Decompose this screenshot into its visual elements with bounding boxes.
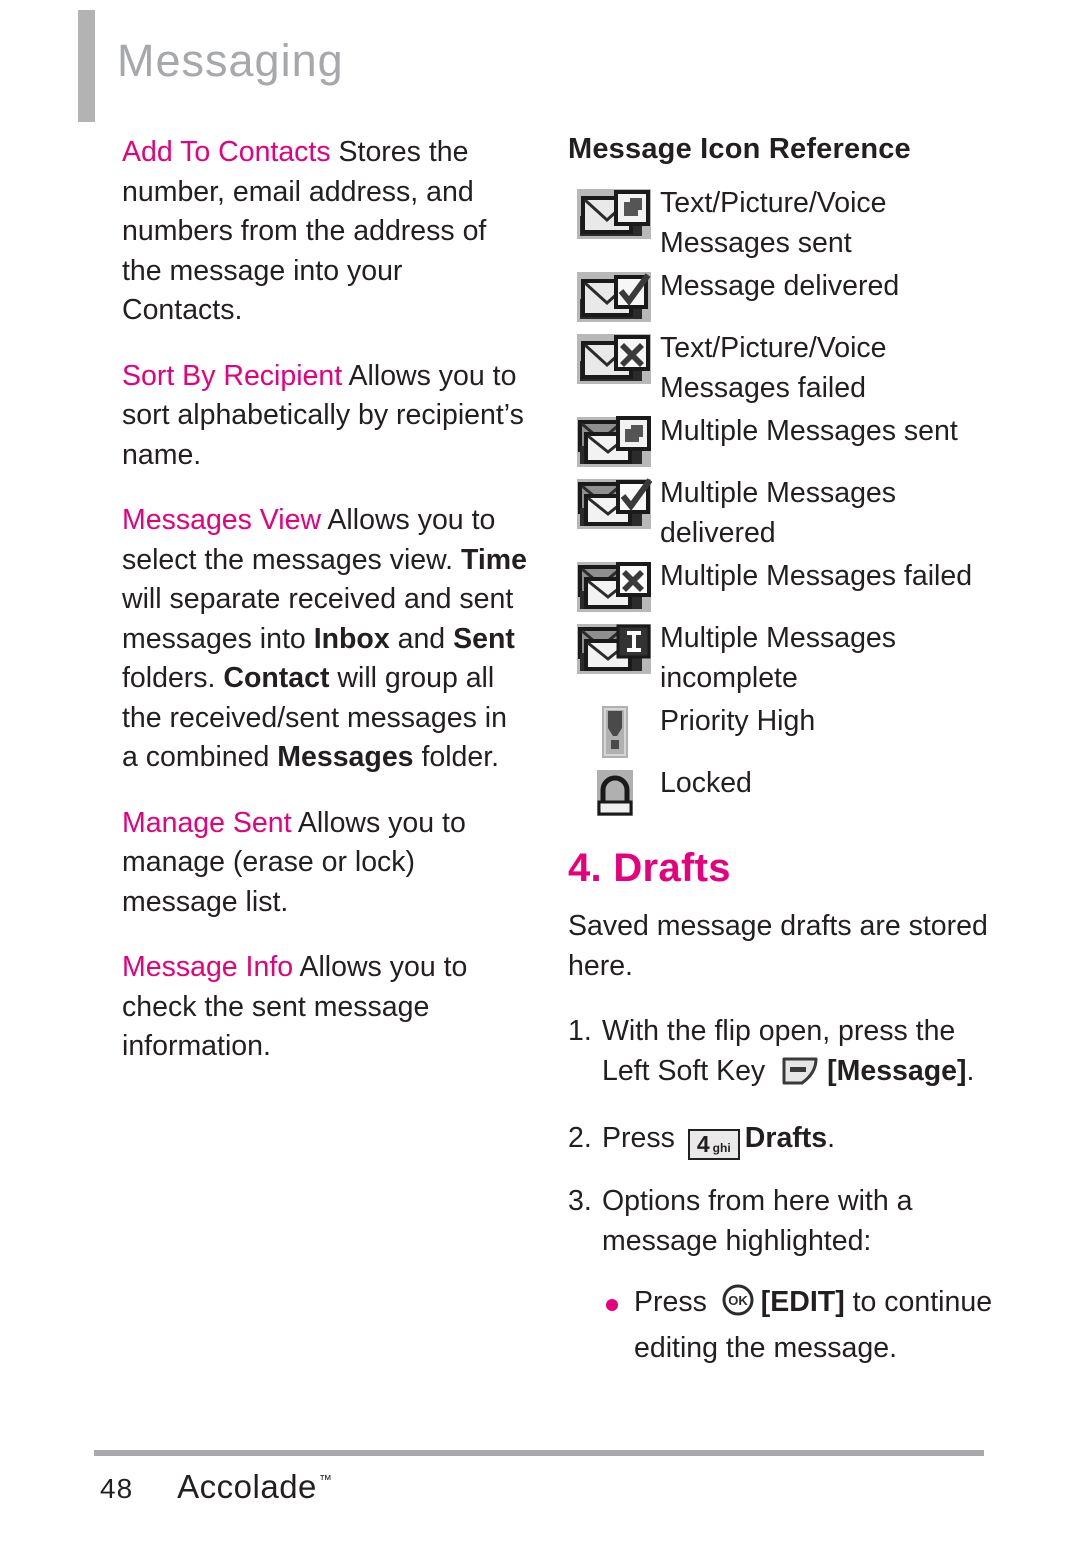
icon-reference-label: Locked xyxy=(660,767,752,799)
icon-reference-label: Priority High xyxy=(660,705,816,737)
icon-reference-row: Locked xyxy=(568,764,993,820)
term-messages-view: Messages View xyxy=(122,504,322,536)
bullet-bold-text: [EDIT] xyxy=(760,1286,845,1318)
step-3: 3. Options from here with a message high… xyxy=(568,1182,993,1261)
step-bold-text: [Message] xyxy=(827,1054,967,1087)
page-title: Messaging xyxy=(117,35,344,86)
icon-reference-row: Text/Picture/Voice Messages sent xyxy=(568,184,993,263)
definition-text-messages-view: Allows you to select the messages view. … xyxy=(122,504,528,773)
icon-reference-row: Message delivered xyxy=(568,267,993,323)
step-number: 3. xyxy=(568,1185,592,1217)
drafts-steps: 1. With the flip open, press the Left So… xyxy=(568,1012,993,1261)
priority-high-icon xyxy=(568,702,660,758)
definition-messages-view: Messages View Allows you to select the m… xyxy=(122,501,527,778)
icon-reference-row: Priority High xyxy=(568,702,993,758)
term-message-info: Message Info xyxy=(122,951,294,983)
definition-add-to-contacts: Add To Contacts Stores the number, email… xyxy=(122,133,527,331)
brand-name: Accolade ™ xyxy=(177,1468,332,1506)
step-text: Options from here with a message highlig… xyxy=(602,1185,913,1257)
keypad-4-icon: 4 ghi xyxy=(687,1129,740,1160)
trademark-symbol: ™ xyxy=(318,1472,333,1487)
locked-padlock-icon xyxy=(568,764,660,820)
emphasis-contact: Contact xyxy=(223,662,330,694)
keypad-letters: ghi xyxy=(712,1140,731,1155)
left-soft-key-icon xyxy=(781,1056,819,1098)
emphasis-messages: Messages xyxy=(277,741,414,773)
multi-envelope-x-icon xyxy=(568,557,660,613)
step-2: 2. Press 4 ghi Drafts. xyxy=(568,1119,993,1160)
step-number: 1. xyxy=(568,1015,592,1047)
drafts-intro: Saved message drafts are stored here. xyxy=(568,910,988,982)
drafts-bullet-edit: Press OK [EDIT] to continue editing the m… xyxy=(606,1283,993,1368)
multi-envelope-check-icon xyxy=(568,474,660,530)
icon-reference-label: Text/Picture/Voice Messages failed xyxy=(660,332,887,404)
brand-label: Accolade xyxy=(177,1468,317,1505)
envelope-arrow-icon xyxy=(568,184,660,240)
keypad-digit: 4 xyxy=(696,1131,710,1157)
page-number: 48 xyxy=(100,1473,134,1504)
term-add-to-contacts: Add To Contacts xyxy=(122,136,331,168)
envelope-x-icon xyxy=(568,329,660,385)
icon-reference-label: Multiple Messages delivered xyxy=(660,477,897,549)
icon-reference-row: Text/Picture/Voice Messages failed xyxy=(568,329,993,408)
definition-message-info: Message Info Allows you to check the sen… xyxy=(122,948,527,1067)
svg-text:OK: OK xyxy=(728,1293,748,1308)
icon-reference-heading: Message Icon Reference xyxy=(568,133,911,165)
icon-reference-label: Multiple Messages incomplete xyxy=(660,622,897,694)
multi-envelope-arrow-icon xyxy=(568,412,660,468)
right-column: Message Icon Reference Text/Picture/Voic… xyxy=(568,133,993,1368)
icon-reference-label: Multiple Messages failed xyxy=(660,560,973,592)
icon-reference-row: Multiple Messages sent xyxy=(568,412,993,468)
header-accent-bar xyxy=(78,10,95,122)
icon-reference-row: Multiple Messages delivered xyxy=(568,474,993,553)
multi-envelope-incomplete-icon xyxy=(568,619,660,675)
step-text-after: . xyxy=(966,1054,975,1087)
bullet-text: Press OK [EDIT] to continue editing the m… xyxy=(634,1283,993,1368)
icon-reference-label: Text/Picture/Voice Messages sent xyxy=(660,187,887,259)
emphasis-inbox: Inbox xyxy=(313,622,390,655)
step-text: With the flip open, press the Left Soft … xyxy=(602,1012,993,1097)
definition-sort-by-recipient: Sort By Recipient Allows you to sort alp… xyxy=(122,357,527,476)
icon-reference-row: Multiple Messages failed xyxy=(568,557,993,613)
step-text: Press 4 ghi Drafts. xyxy=(602,1119,993,1160)
step-1: 1. With the flip open, press the Left So… xyxy=(568,1012,993,1097)
step-number: 2. xyxy=(568,1122,592,1154)
icon-reference-label: Message delivered xyxy=(660,270,900,302)
section-title-drafts: 4. Drafts xyxy=(568,846,731,890)
bullet-text-before: Press xyxy=(634,1286,715,1318)
icon-reference-label: Multiple Messages sent xyxy=(660,415,958,447)
page-header: Messaging xyxy=(78,10,344,122)
envelope-check-icon xyxy=(568,267,660,323)
emphasis-sent: Sent xyxy=(453,622,515,655)
term-sort-by-recipient: Sort By Recipient xyxy=(122,359,343,392)
page-footer: 48 Accolade ™ xyxy=(100,1468,332,1506)
term-manage-sent: Manage Sent xyxy=(122,806,292,839)
definition-manage-sent: Manage Sent Allows you to manage (erase … xyxy=(122,804,527,923)
step-bold-text: Drafts xyxy=(744,1122,828,1154)
footer-divider xyxy=(94,1450,984,1456)
bullet-dot-icon xyxy=(606,1283,634,1368)
step-text-after: . xyxy=(827,1122,836,1154)
ok-key-icon: OK xyxy=(721,1283,755,1329)
left-column: Add To Contacts Stores the number, email… xyxy=(122,133,527,1067)
icon-reference-row: Multiple Messages incomplete xyxy=(568,619,993,698)
step-text-before: Press xyxy=(602,1122,683,1154)
emphasis-time: Time xyxy=(461,543,528,576)
